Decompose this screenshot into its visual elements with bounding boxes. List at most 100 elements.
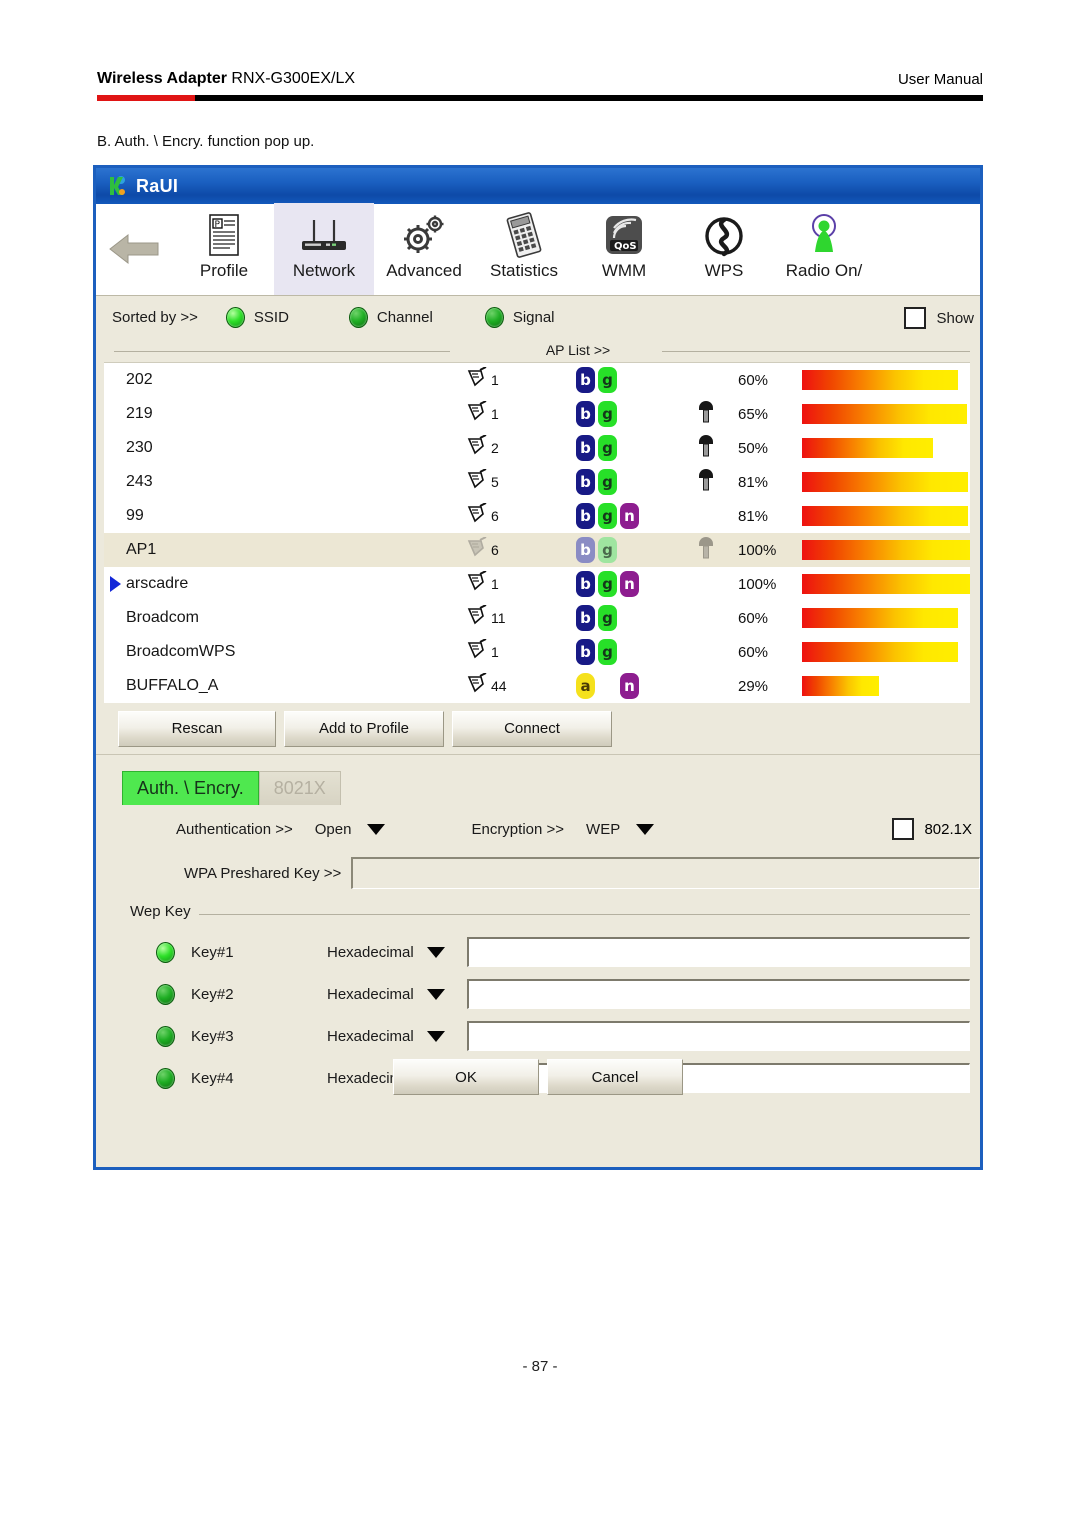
ap-list-row[interactable]: 219 1 b g 65% (104, 397, 970, 431)
ap-signal-bar-wrap (802, 506, 970, 526)
dialog-buttons: OK Cancel (96, 1059, 980, 1095)
ap-capabilities: bg (576, 639, 696, 665)
ap-channel-number: 1 (491, 576, 499, 592)
capability-spacer (598, 673, 617, 699)
wep-key-chevron-down-icon-2[interactable] (427, 988, 445, 1000)
ap-list-row[interactable]: BUFFALO_A 44 a n 29% (104, 669, 970, 703)
ap-ssid: 202 (126, 371, 153, 388)
capability-badge-a: a (576, 673, 595, 699)
toolbar-item-statistics[interactable]: Statistics (474, 203, 574, 295)
lock-icon (696, 433, 716, 464)
wep-key-radio-2[interactable] (156, 983, 175, 1005)
wps-icon (702, 211, 746, 259)
current-connection-arrow-icon (109, 576, 121, 592)
ap-signal-bar (802, 438, 934, 458)
radio-led-channel[interactable] (348, 306, 368, 328)
wpa-psk-row: WPA Preshared Key >> (96, 851, 980, 895)
ap-ssid: 230 (126, 439, 153, 456)
lock-icon (696, 399, 716, 430)
wep-key-format-1[interactable]: Hexadecimal (327, 944, 427, 961)
wpa-psk-input[interactable] (351, 857, 980, 889)
ap-capabilities: bg (576, 605, 696, 631)
toolbar-item-advanced[interactable]: Advanced (374, 203, 474, 295)
ap-list-row[interactable]: AP1 6 b g 100% (104, 533, 970, 567)
header-product-title: Wireless Adapter RNX-G300EX/LX (97, 70, 355, 88)
toolbar-item-network[interactable]: Network (274, 203, 374, 295)
wep-key-input-3[interactable] (467, 1021, 970, 1051)
capability-badge-b: b (576, 537, 595, 563)
encryption-chevron-down-icon[interactable] (636, 823, 655, 835)
toolbar-item-radio-onoff[interactable]: Radio On/ (774, 203, 874, 295)
wpa-psk-label: WPA Preshared Key >> (184, 864, 342, 882)
channel-signal-icon (466, 467, 488, 496)
wep-key-radio-1[interactable] (156, 941, 175, 963)
checkbox-8021x[interactable] (892, 818, 915, 840)
radio-onoff-icon (803, 211, 845, 259)
ap-row-marker (104, 576, 126, 592)
toolbar-label-advanced: Advanced (386, 261, 462, 280)
ap-ssid: BUFFALO_A (126, 677, 219, 694)
ap-list-row[interactable]: Broadcom 11 b g 60% (104, 601, 970, 635)
authentication-select-value[interactable]: Open (315, 821, 352, 838)
radio-led-ssid[interactable] (225, 306, 245, 328)
auth-tabs: Auth. \ Encry. 8021X (122, 771, 980, 805)
ap-list-row[interactable]: BroadcomWPS 1 b g 60% (104, 635, 970, 669)
ap-signal-percent: 81% (738, 507, 769, 525)
capability-badge-b: b (576, 469, 595, 495)
ap-channel: 1 (466, 399, 576, 428)
wep-key-chevron-down-icon-3[interactable] (427, 1030, 445, 1042)
add-to-profile-button[interactable]: Add to Profile (284, 710, 444, 747)
figure-caption: B. Auth. \ Encry. function pop up. (97, 133, 315, 150)
toolbar-item-wmm[interactable]: QoS WMM (574, 203, 674, 295)
ap-signal-bar (802, 676, 880, 696)
encryption-select-value[interactable]: WEP (586, 821, 620, 838)
ap-ssid: AP1 (126, 541, 157, 558)
toolbar-item-profile[interactable]: P Profile (174, 203, 274, 295)
ap-channel-number: 6 (491, 508, 499, 524)
ap-list-row[interactable]: 243 5 b g 81% (104, 465, 970, 499)
wep-key-format-3[interactable]: Hexadecimal (327, 1028, 427, 1045)
connect-button[interactable]: Connect (452, 710, 612, 747)
back-arrow-icon (109, 233, 159, 265)
ap-signal-percent: 60% (738, 609, 769, 627)
back-arrow-button[interactable] (96, 203, 174, 295)
sort-option-channel[interactable]: Channel (348, 306, 433, 328)
wep-key-chevron-down-icon-1[interactable] (427, 946, 445, 958)
show-checkbox-group[interactable]: Show (904, 307, 974, 329)
auth-encryption-panel: Auth. \ Encry. 8021X Authentication >> O… (96, 755, 980, 1113)
sorted-by-label: Sorted by >> (112, 308, 198, 326)
ap-ssid: 219 (126, 405, 153, 422)
wep-key-label-1: Key#1 (191, 943, 234, 961)
ok-button[interactable]: OK (393, 1059, 539, 1095)
checkbox-8021x-group[interactable]: 802.1X (892, 818, 972, 840)
show-checkbox[interactable] (904, 307, 927, 329)
cancel-button[interactable]: Cancel (547, 1059, 683, 1095)
sort-option-ssid[interactable]: SSID (225, 306, 289, 328)
ap-channel: 44 (466, 671, 576, 700)
authentication-chevron-down-icon[interactable] (367, 823, 386, 835)
wep-key-input-1[interactable] (467, 937, 970, 967)
tab-auth-encry[interactable]: Auth. \ Encry. (122, 771, 259, 805)
rescan-button[interactable]: Rescan (118, 710, 276, 747)
ap-capabilities: an (576, 673, 696, 699)
page-number: - 87 - (522, 1358, 558, 1375)
tab-8021x[interactable]: 8021X (258, 771, 341, 805)
wep-key-radio-3[interactable] (156, 1025, 175, 1047)
ap-security-lock (696, 467, 738, 498)
toolbar-item-wps[interactable]: WPS (674, 203, 774, 295)
capability-badge-g: g (598, 605, 617, 631)
wep-key-row: Key#2 Hexadecimal (130, 975, 970, 1013)
capability-badge-b: b (576, 435, 595, 461)
ap-list-row[interactable]: 99 6 b g n 81% (104, 499, 970, 533)
wep-key-input-2[interactable] (467, 979, 970, 1009)
ap-signal-bar (802, 608, 959, 628)
ap-list-row[interactable]: 202 1 b g 60% (104, 363, 970, 397)
sort-option-signal[interactable]: Signal (484, 306, 555, 328)
ap-list-row[interactable]: 230 2 b g 50% (104, 431, 970, 465)
encryption-label: Encryption >> (471, 820, 565, 838)
ap-channel-number: 1 (491, 372, 499, 388)
ap-signal-bar-wrap (802, 370, 970, 390)
radio-led-signal[interactable] (484, 306, 504, 328)
ap-list-row[interactable]: arscadre 1 b g n 100% (104, 567, 970, 601)
wep-key-format-2[interactable]: Hexadecimal (327, 986, 427, 1003)
